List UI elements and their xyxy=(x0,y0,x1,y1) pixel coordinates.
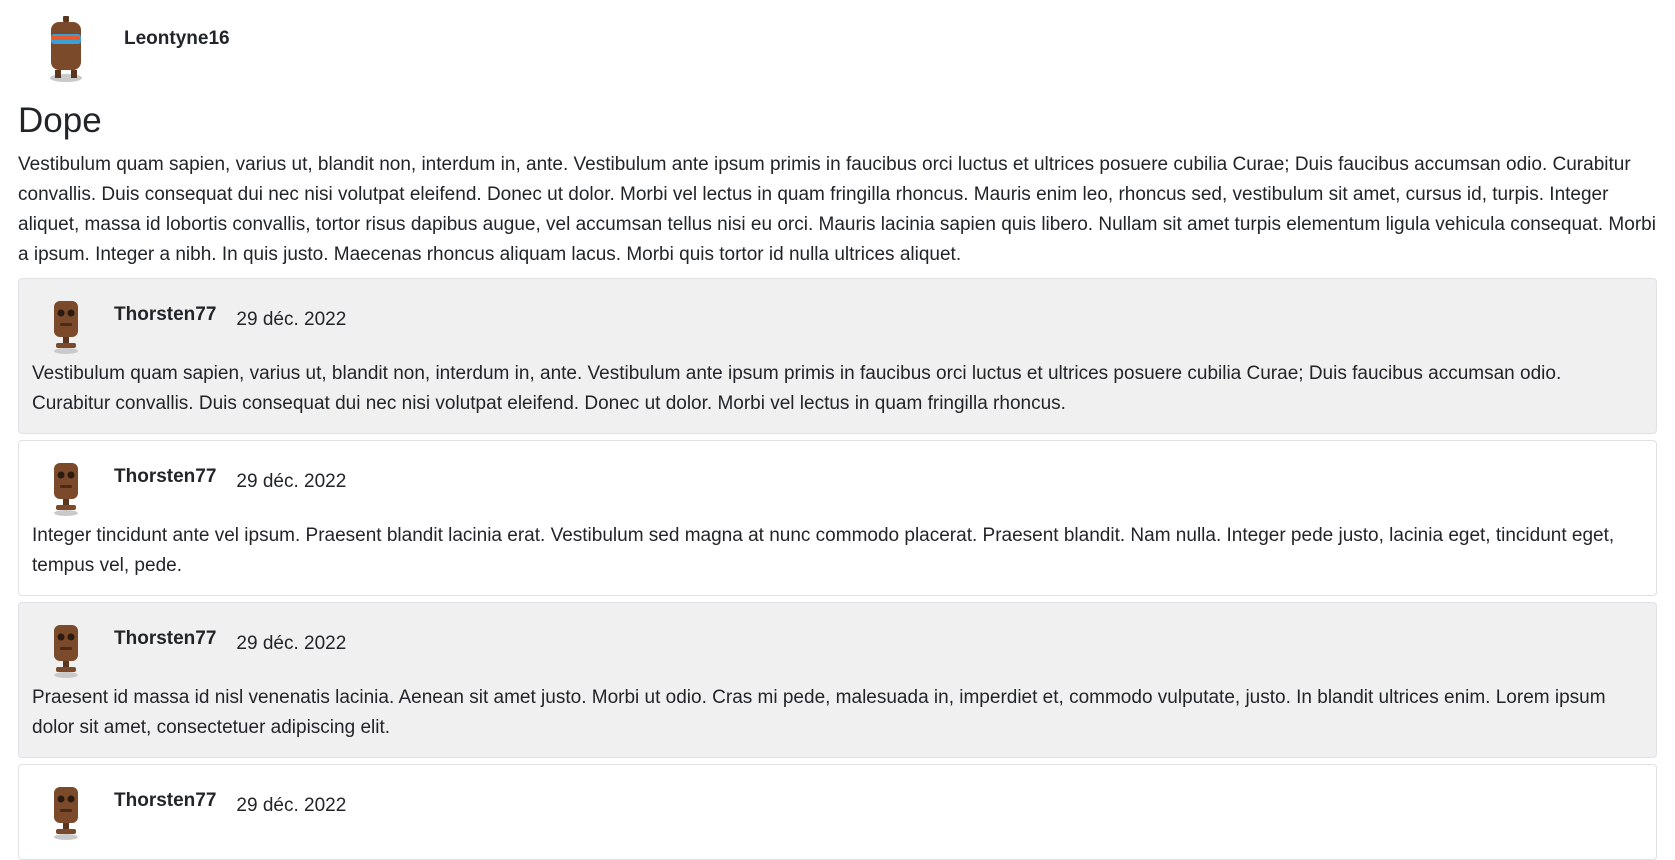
comment-card: Thorsten77 29 déc. 2022 Vestibulum quam … xyxy=(18,278,1657,434)
comment-author[interactable]: Thorsten77 xyxy=(114,466,216,488)
comment-author[interactable]: Thorsten77 xyxy=(114,628,216,650)
post-author-name[interactable]: Leontyne16 xyxy=(124,28,230,50)
robot-avatar-icon[interactable] xyxy=(36,621,96,681)
comment-header: Thorsten77 29 déc. 2022 xyxy=(32,297,1643,359)
robot-avatar-icon[interactable] xyxy=(36,297,96,357)
comment-card: Thorsten77 29 déc. 2022 Praesent id mass… xyxy=(18,602,1657,758)
robot-avatar-icon[interactable] xyxy=(36,459,96,519)
post-body: Vestibulum quam sapien, varius ut, bland… xyxy=(18,154,1656,265)
comment-header: Thorsten77 29 déc. 2022 xyxy=(32,459,1643,521)
comment-author[interactable]: Thorsten77 xyxy=(114,304,216,326)
comment-date: 29 déc. 2022 xyxy=(236,309,347,330)
comment-date: 29 déc. 2022 xyxy=(236,471,347,492)
comment-date: 29 déc. 2022 xyxy=(236,795,347,816)
comment-header: Thorsten77 29 déc. 2022 xyxy=(32,783,1643,845)
comment-text: Praesent id massa id nisl venenatis laci… xyxy=(32,687,1606,738)
post-title: Dope xyxy=(18,101,102,140)
comment-date: 29 déc. 2022 xyxy=(236,633,347,654)
robot-avatar-icon[interactable] xyxy=(36,783,96,843)
comment-text: Integer tincidunt ante vel ipsum. Praese… xyxy=(32,525,1615,576)
post-author-block: Leontyne16 xyxy=(18,0,1657,86)
comment-card: Thorsten77 29 déc. 2022 xyxy=(18,764,1657,860)
robot-avatar-icon[interactable] xyxy=(30,14,102,86)
comment-text: Vestibulum quam sapien, varius ut, bland… xyxy=(32,363,1562,414)
comment-card: Thorsten77 29 déc. 2022 Integer tincidun… xyxy=(18,440,1657,596)
comment-header: Thorsten77 29 déc. 2022 xyxy=(32,621,1643,683)
comment-author[interactable]: Thorsten77 xyxy=(114,790,216,812)
post-page: Leontyne16 Dope Vestibulum quam sapien, … xyxy=(0,0,1675,860)
